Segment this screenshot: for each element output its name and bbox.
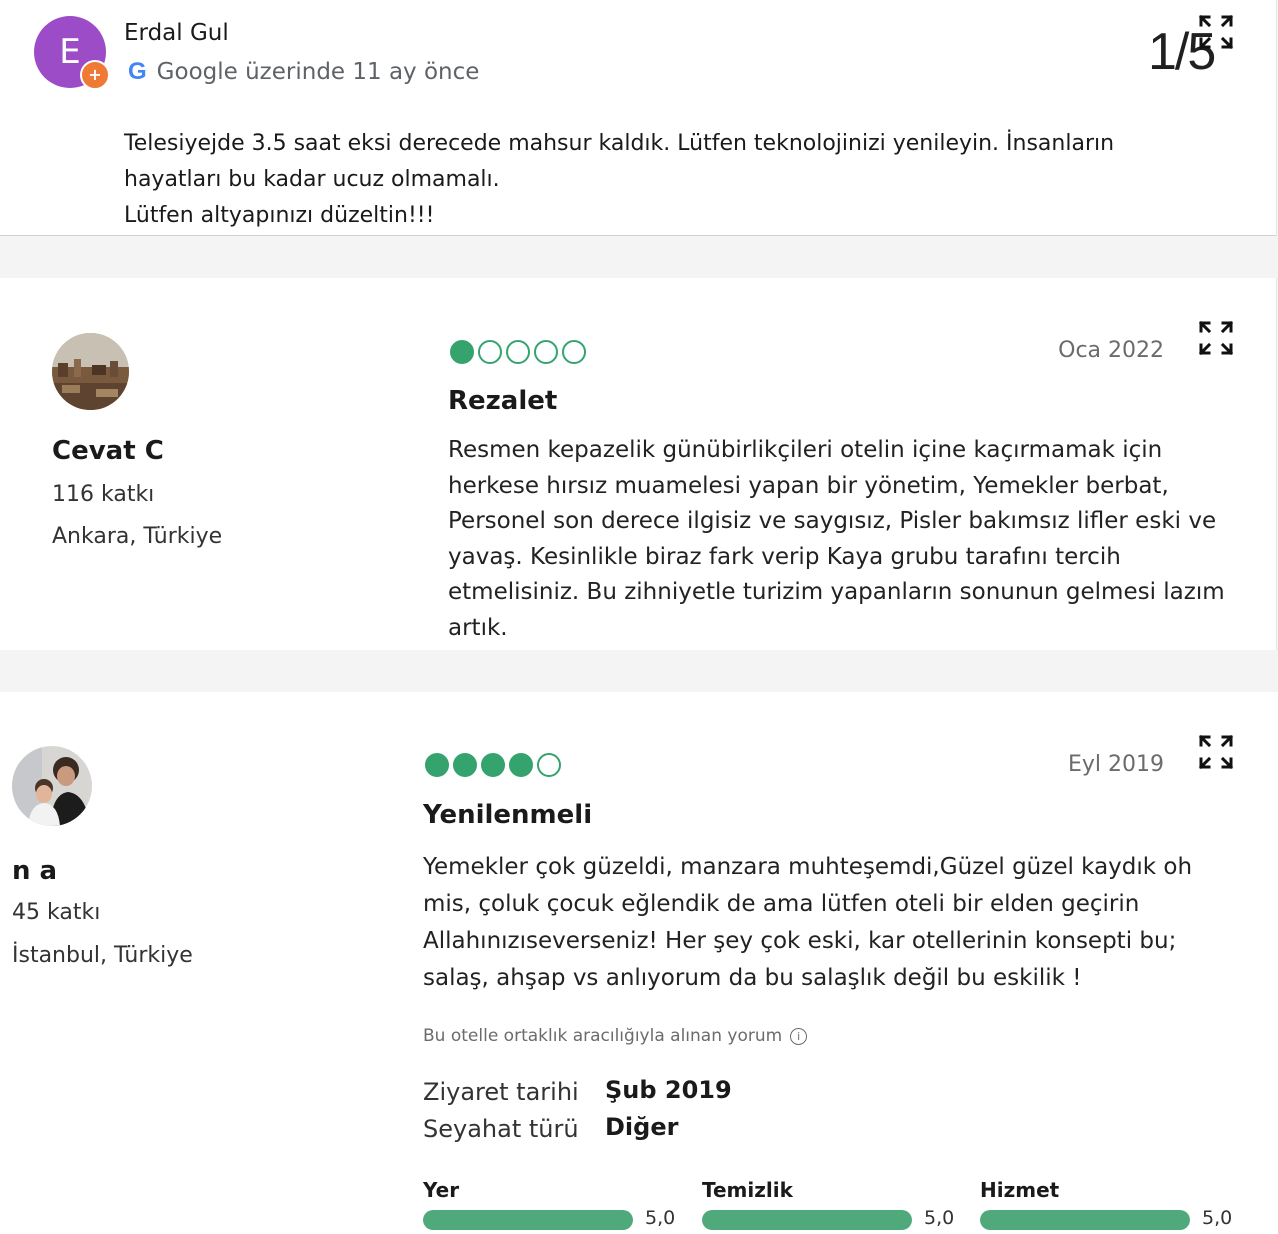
tripadvisor-review-card: Cevat C 116 katkı Ankara, Türkiye Oca 20… (0, 278, 1277, 650)
rating-bubble-filled (481, 753, 505, 777)
review-line: hayatları bu kadar ucuz olmamalı. (124, 167, 500, 192)
subrating-bar (423, 1210, 633, 1230)
review-title[interactable]: Rezalet (448, 386, 557, 416)
reviewer-name[interactable]: Cevat C (52, 436, 164, 466)
rating-bubble-filled (509, 753, 533, 777)
local-guide-badge-icon: + (80, 60, 110, 90)
review-line: artık. (448, 614, 508, 641)
review-line: Lütfen altyapınızı düzeltin!!! (124, 203, 435, 228)
rating-bubble-empty (537, 753, 561, 777)
google-logo-icon: G (128, 58, 147, 85)
subrating-fill (423, 1210, 633, 1230)
reviewer-location: Ankara, Türkiye (52, 524, 223, 549)
review-line: Telesiyejde 3.5 saat eksi derecede mahsu… (124, 131, 1115, 156)
contribution-count: 116 katkı (52, 482, 155, 507)
review-body: Yemekler çok güzeldi, manzara muhteşemdi… (423, 849, 1243, 997)
contribution-count: 45 katkı (12, 900, 101, 925)
review-line: etmelisiniz. Bu zihniyetle turizim yapan… (448, 579, 1225, 605)
google-review-card: E + Erdal Gul G Google üzerinde 11 ay önc… (0, 0, 1277, 236)
trip-type-value: Diğer (605, 1113, 679, 1141)
rating-bubble-empty (478, 340, 502, 364)
badge-glyph: + (88, 65, 102, 84)
review-text: Telesiyejde 3.5 saat eksi derecede mahsu… (124, 126, 1184, 234)
avatar[interactable] (52, 333, 129, 410)
review-source-text: Google üzerinde 11 ay önce (156, 59, 480, 85)
subrating-score: 5,0 (924, 1207, 955, 1229)
rating-bubble-empty (534, 340, 558, 364)
reviewer-name[interactable]: n a (12, 856, 57, 886)
expand-icon[interactable] (1198, 14, 1234, 50)
review-title[interactable]: Yenilenmeli (423, 800, 592, 830)
rating-bubble-empty (506, 340, 530, 364)
subrating-score: 5,0 (645, 1207, 676, 1229)
review-line: Allahınızıseverseniz! Her şey çok eski, … (423, 928, 1177, 954)
tripadvisor-review-card: n a 45 katkı İstanbul, Türkiye Eyl 2019 … (0, 692, 1278, 1234)
rating-bubble-filled (453, 753, 477, 777)
visit-date-value: Şub 2019 (605, 1076, 732, 1104)
review-source: G Google üzerinde 11 ay önce (128, 58, 479, 86)
review-line: Personel son derece ilgisiz ve saygısız,… (448, 508, 1217, 534)
subrating-bar (980, 1210, 1190, 1230)
bubble-rating (425, 753, 561, 777)
subrating-label: Hizmet (980, 1178, 1060, 1202)
review-line: Resmen kepazelik günübirlikçileri otelin… (448, 437, 1163, 463)
subrating-label: Yer (423, 1178, 460, 1202)
subrating-bar (702, 1210, 912, 1230)
rating-bubble-empty (562, 340, 586, 364)
review-line: mis, çoluk çocuk eğlendik de ama lütfen … (423, 891, 1140, 917)
trip-type-label: Seyahat türü (423, 1115, 579, 1143)
review-body: Resmen kepazelik günübirlikçileri otelin… (448, 433, 1238, 646)
subrating-label: Temizlik (702, 1178, 793, 1202)
info-icon[interactable]: i (790, 1027, 808, 1045)
subrating-score: 5,0 (1202, 1207, 1233, 1229)
avatar-letter: E (59, 32, 81, 72)
partner-note: Bu otelle ortaklık aracılığıyla alınan y… (423, 1026, 808, 1046)
review-date: Oca 2022 (1058, 338, 1164, 363)
expand-icon[interactable] (1198, 320, 1234, 356)
bubble-rating (450, 340, 586, 364)
subrating-fill (980, 1210, 1190, 1230)
review-line: Yemekler çok güzeldi, manzara muhteşemdi… (423, 854, 1193, 880)
review-line: salaş, ahşap vs anlıyorum da bu salaşlık… (423, 965, 1082, 991)
avatar[interactable] (12, 746, 92, 826)
visit-date-label: Ziyaret tarihi (423, 1078, 579, 1106)
reviewer-name[interactable]: Erdal Gul (124, 20, 229, 46)
partner-note-text: Bu otelle ortaklık aracılığıyla alınan y… (423, 1026, 783, 1046)
subrating-fill (702, 1210, 912, 1230)
review-line: yavaş. Kesinlikle biraz fark verip Kaya … (448, 543, 1121, 570)
review-date: Eyl 2019 (1067, 752, 1164, 777)
expand-icon[interactable] (1198, 734, 1234, 770)
rating-bubble-filled (425, 753, 449, 777)
review-line: herkese hırsız muamelesi yapan bir yönet… (448, 472, 1169, 499)
rating-bubble-filled (450, 340, 474, 364)
reviewer-location: İstanbul, Türkiye (12, 943, 193, 968)
